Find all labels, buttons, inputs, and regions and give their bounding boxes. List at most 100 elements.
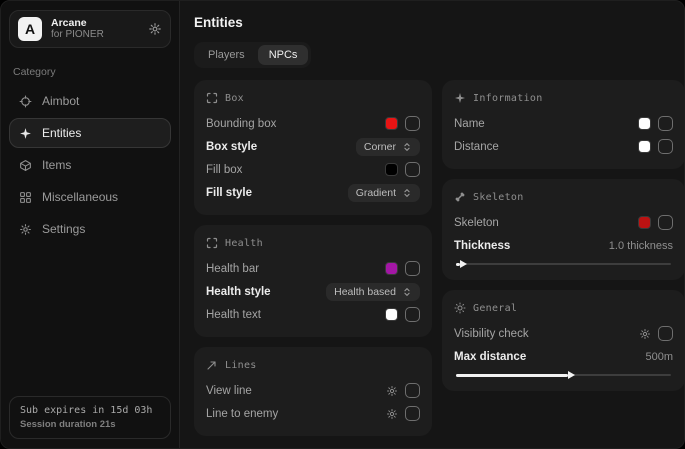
checkbox[interactable]	[658, 215, 673, 230]
slider-thumb[interactable]	[568, 371, 575, 379]
card-title: Box	[225, 93, 244, 104]
color-swatch[interactable]	[638, 117, 651, 130]
setting-row-name: Name	[454, 112, 673, 135]
page-title: Entities	[194, 15, 670, 30]
setting-label: Fill box	[206, 164, 378, 176]
app-window: A Arcane for PIONER Category Aimbot	[0, 0, 685, 449]
setting-row-max-distance: Max distance 500m	[454, 345, 673, 368]
setting-row-box-style: Box style Corner	[206, 135, 420, 158]
sun-icon	[454, 302, 466, 314]
slider-value: 1.0 thickness	[609, 240, 673, 252]
color-swatch[interactable]	[385, 117, 398, 130]
sidebar: A Arcane for PIONER Category Aimbot	[1, 1, 180, 448]
checkbox[interactable]	[658, 326, 673, 341]
gear-icon[interactable]	[639, 328, 651, 340]
card-title: Lines	[225, 360, 257, 371]
sidebar-item-label: Settings	[42, 222, 85, 236]
setting-label: View line	[206, 385, 379, 397]
setting-label: Name	[454, 118, 631, 130]
setting-row-view-line: View line	[206, 379, 420, 402]
setting-label: Bounding box	[206, 118, 378, 130]
card-health: Health Health bar Health style Health ba…	[194, 225, 432, 337]
setting-row-fill-style: Fill style Gradient	[206, 181, 420, 204]
card-title: Information	[473, 93, 543, 104]
tab-players[interactable]: Players	[197, 45, 256, 65]
brand-header: A Arcane for PIONER	[9, 10, 171, 48]
chevrons-up-down-icon	[402, 188, 412, 198]
corner-brackets-icon	[206, 92, 218, 104]
setting-label: Skeleton	[454, 217, 631, 229]
color-swatch[interactable]	[638, 140, 651, 153]
setting-row-health-text: Health text	[206, 303, 420, 326]
color-swatch[interactable]	[385, 163, 398, 176]
checkbox[interactable]	[658, 116, 673, 131]
gear-icon[interactable]	[386, 408, 398, 420]
setting-label: Max distance	[454, 351, 638, 363]
setting-label: Thickness	[454, 240, 602, 252]
sidebar-item-items[interactable]: Items	[9, 150, 171, 180]
checkbox[interactable]	[405, 406, 420, 421]
gear-icon[interactable]	[386, 385, 398, 397]
color-swatch[interactable]	[385, 262, 398, 275]
setting-row-thickness: Thickness 1.0 thickness	[454, 234, 673, 257]
chevrons-up-down-icon	[402, 287, 412, 297]
chevrons-up-down-icon	[402, 142, 412, 152]
setting-row-bounding-box: Bounding box	[206, 112, 420, 135]
card-skeleton: Skeleton Skeleton Thickness 1.0 thicknes…	[442, 179, 684, 280]
checkbox[interactable]	[405, 307, 420, 322]
card-general: General Visibility check Max distance 50…	[442, 290, 684, 391]
main-panel: Entities Players NPCs Box Bounding box	[180, 1, 684, 448]
card-title: Health	[225, 238, 263, 249]
health-style-dropdown[interactable]: Health based	[326, 283, 420, 301]
setting-row-skeleton: Skeleton	[454, 211, 673, 234]
setting-row-distance: Distance	[454, 135, 673, 158]
sidebar-item-settings[interactable]: Settings	[9, 214, 171, 244]
card-title: Skeleton	[473, 192, 524, 203]
sidebar-item-entities[interactable]: Entities	[9, 118, 171, 148]
setting-row-fill-box: Fill box	[206, 158, 420, 181]
bone-icon	[454, 191, 466, 203]
setting-row-health-style: Health style Health based	[206, 280, 420, 303]
box-style-dropdown[interactable]: Corner	[356, 138, 420, 156]
card-lines: Lines View line Line to enemy	[194, 347, 432, 436]
checkbox[interactable]	[658, 139, 673, 154]
tab-npcs[interactable]: NPCs	[258, 45, 309, 65]
setting-label: Visibility check	[454, 328, 632, 340]
fill-style-dropdown[interactable]: Gradient	[348, 184, 420, 202]
app-name: Arcane	[51, 17, 139, 29]
slider-thumb[interactable]	[460, 260, 467, 268]
sidebar-item-label: Entities	[42, 126, 81, 140]
diagonal-arrow-icon	[206, 359, 218, 371]
checkbox[interactable]	[405, 162, 420, 177]
dropdown-value: Corner	[364, 141, 396, 153]
card-information: Information Name Distance	[442, 80, 684, 169]
max-distance-slider[interactable]	[456, 371, 671, 379]
sparkle-icon	[454, 92, 466, 104]
grid-icon	[19, 191, 32, 204]
setting-row-visibility-check: Visibility check	[454, 322, 673, 345]
sidebar-nav: Aimbot Entities Items Miscellaneous	[9, 86, 171, 244]
setting-label: Health text	[206, 309, 378, 321]
dropdown-value: Gradient	[356, 187, 396, 199]
color-swatch[interactable]	[638, 216, 651, 229]
session-duration-text: Session duration 21s	[20, 419, 160, 430]
gear-icon[interactable]	[148, 22, 162, 36]
setting-label: Health bar	[206, 263, 378, 275]
sidebar-item-label: Miscellaneous	[42, 190, 118, 204]
checkbox[interactable]	[405, 383, 420, 398]
setting-label: Line to enemy	[206, 408, 379, 420]
setting-label: Box style	[206, 141, 349, 153]
sparkle-icon	[19, 127, 32, 140]
subscription-info: Sub expires in 15d 03h Session duration …	[9, 396, 171, 439]
app-subtitle: for PIONER	[51, 29, 139, 41]
sidebar-item-miscellaneous[interactable]: Miscellaneous	[9, 182, 171, 212]
checkbox[interactable]	[405, 116, 420, 131]
category-label: Category	[13, 66, 167, 78]
gear-icon	[19, 223, 32, 236]
thickness-slider[interactable]	[456, 260, 671, 268]
sidebar-item-aimbot[interactable]: Aimbot	[9, 86, 171, 116]
setting-label: Fill style	[206, 187, 341, 199]
checkbox[interactable]	[405, 261, 420, 276]
color-swatch[interactable]	[385, 308, 398, 321]
card-box: Box Bounding box Box style Corner	[194, 80, 432, 215]
